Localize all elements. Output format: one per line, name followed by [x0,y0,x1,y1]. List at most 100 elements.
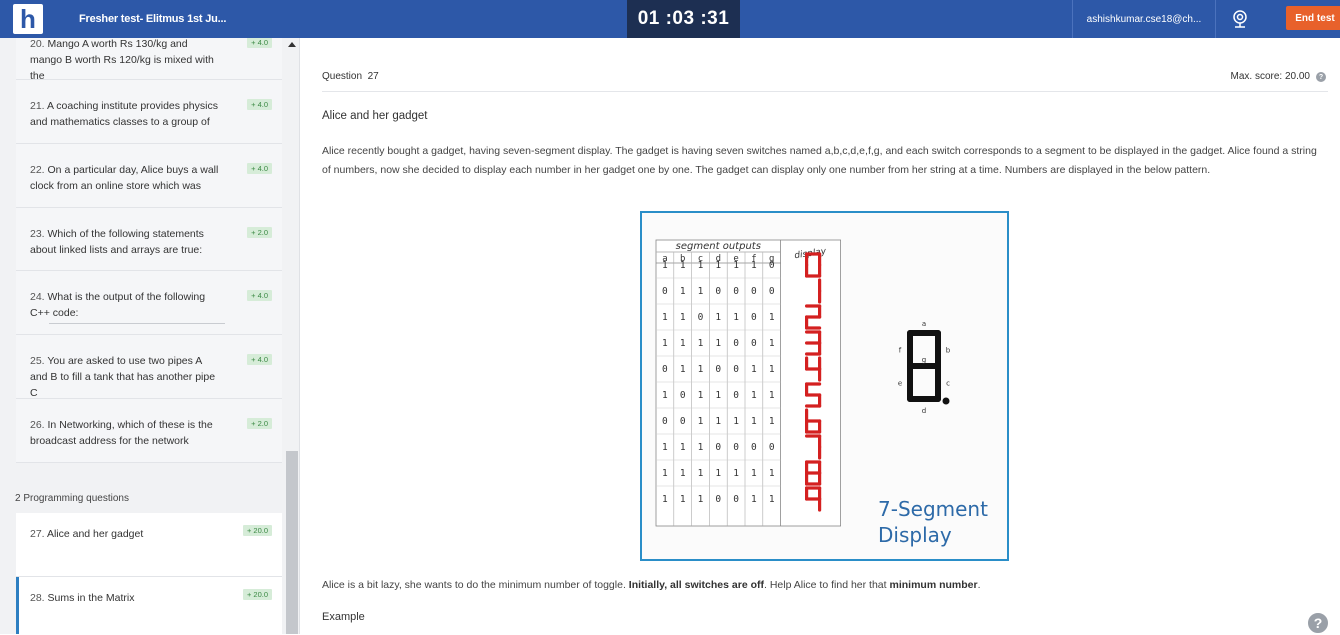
truth-cell: 1 [680,364,686,375]
decimal-point [942,397,950,405]
figure-caption: Display [878,523,952,547]
divider [322,91,1328,92]
score-badge: + 4.0 [247,99,272,110]
figure-caption: 7-Segment [878,497,988,521]
example-heading: Example [322,611,365,623]
truth-cell: 1 [733,416,739,427]
question-number: 25. [30,355,48,368]
truth-cell: 0 [733,338,739,349]
sidebar-question-item[interactable]: 26. In Networking, which of these is the… [16,399,282,463]
table-heading: segment outputs [676,241,761,252]
truth-cell: 1 [751,468,757,479]
truth-cell: 1 [733,260,739,271]
question-text: Alice and her gadget [46,528,144,540]
segment-label: a [922,320,926,328]
question-label-text: Question [322,71,363,82]
question-summary: 21. A coaching institute provides physic… [30,98,220,130]
end-test-button[interactable]: End test [1286,6,1340,30]
segment-label: f [899,347,902,355]
help-icon[interactable]: ? [1306,611,1330,635]
truth-cell: 1 [733,468,739,479]
sidebar-question-item[interactable]: 27. Alice and her gadget + 20.0 [16,513,282,577]
sidebar-question-item[interactable]: 25. You are asked to use two pipes A and… [16,335,282,399]
truth-cell: 1 [680,312,686,323]
question-number: 28. [30,591,48,604]
webcam-icon[interactable] [1228,7,1252,31]
truth-cell: 1 [698,390,704,401]
score-badge: + 2.0 [247,418,272,429]
truth-cell: 1 [680,468,686,479]
question-text: Sums in the Matrix [47,591,135,604]
sidebar-question-item[interactable]: 28. Sums in the Matrix + 20.0 [16,576,282,634]
question-sidebar: 20. Mango A worth Rs 130/kg and mango B … [0,38,300,634]
question-number: 23. [30,227,48,240]
question-summary: 20. Mango A worth Rs 130/kg and mango B … [30,38,220,84]
truth-cell: 1 [715,390,721,401]
segment-label: g [922,356,926,364]
truth-cell: 1 [698,364,704,375]
problem-constraint: Alice is a bit lazy, she wants to do the… [322,579,1324,591]
question-number: 27. [30,528,47,540]
truth-cell: 0 [751,312,757,323]
question-number: 24. [30,291,48,304]
truth-cell: 0 [769,286,775,297]
question-number: 22. [30,163,48,176]
constraint-bold-1: Initially, all switches are off [628,579,764,591]
truth-cell: 0 [715,286,721,297]
question-text: You are asked to use two pipes A and B t… [30,355,216,400]
user-email[interactable]: ashishkumar.cse18@ch... [1072,0,1216,38]
truth-cell: 0 [662,416,668,427]
sidebar-question-item[interactable]: 20. Mango A worth Rs 130/kg and mango B … [16,38,282,82]
question-summary: 28. Sums in the Matrix [30,590,220,606]
problem-statement: Alice recently bought a gadget, having s… [322,145,1317,176]
scroll-up-arrow-icon[interactable] [288,42,296,47]
constraint-text-2: . Help Alice to find her that [763,579,890,591]
hackerearth-logo[interactable]: h [13,4,43,34]
truth-cell: 0 [662,286,668,297]
truth-cell: 1 [769,468,775,479]
truth-cell: 1 [680,494,686,505]
truth-cell: 1 [769,338,775,349]
truth-cell: 0 [751,442,757,453]
max-score: Max. score: 20.00 [1230,71,1310,82]
truth-cell: 1 [715,260,721,271]
constraint-bold-2: minimum number [889,579,978,591]
truth-cell: 1 [769,416,775,427]
question-summary: 24. What is the output of the following … [30,289,220,321]
question-number: 27 [367,71,379,82]
truth-cell: 0 [733,442,739,453]
truth-cell: 1 [662,390,668,401]
sidebar-question-item[interactable]: 24. What is the output of the following … [16,271,282,336]
truth-cell: 1 [733,312,739,323]
truth-cell: 0 [769,260,775,271]
question-text: Which of the following statements about … [30,227,204,256]
question-summary: 27. Alice and her gadget [30,526,220,542]
sidebar-question-item[interactable]: 23. Which of the following statements ab… [16,207,282,272]
truth-cell: 1 [662,338,668,349]
question-text: Mango A worth Rs 130/kg and mango B wort… [30,38,214,82]
scrollbar-thumb[interactable] [286,451,298,634]
question-label: Question 27 [322,71,379,82]
truth-cell: 0 [662,364,668,375]
sidebar-question-item[interactable]: 22. On a particular day, Alice buys a wa… [16,143,282,208]
question-text: A coaching institute provides physics an… [30,100,218,128]
countdown-timer: 01 :03 :31 [627,0,740,38]
info-icon[interactable]: ? [1316,72,1326,82]
segment-label: b [946,347,951,355]
score-badge: + 4.0 [247,162,272,174]
truth-cell: 0 [715,494,721,505]
truth-cell: 1 [698,338,704,349]
truth-cell: 0 [733,390,739,401]
score-badge: + 4.0 [247,290,272,302]
truth-cell: 1 [698,286,704,297]
truth-cell: 1 [662,494,668,505]
question-text: In Networking, which of these is the bro… [30,419,213,447]
seven-segment-figure: segment outputs display a b c d e f g 1 1 1 1 1 1 0 0 1 1 0… [640,211,1009,561]
truth-cell: 1 [715,338,721,349]
truth-cell: 0 [715,442,721,453]
sidebar-question-item[interactable]: 21. A coaching institute provides physic… [16,80,282,144]
truth-cell: 1 [680,286,686,297]
truth-cell: 1 [662,468,668,479]
truth-cell: 0 [751,338,757,349]
constraint-text-3: . [977,579,981,591]
